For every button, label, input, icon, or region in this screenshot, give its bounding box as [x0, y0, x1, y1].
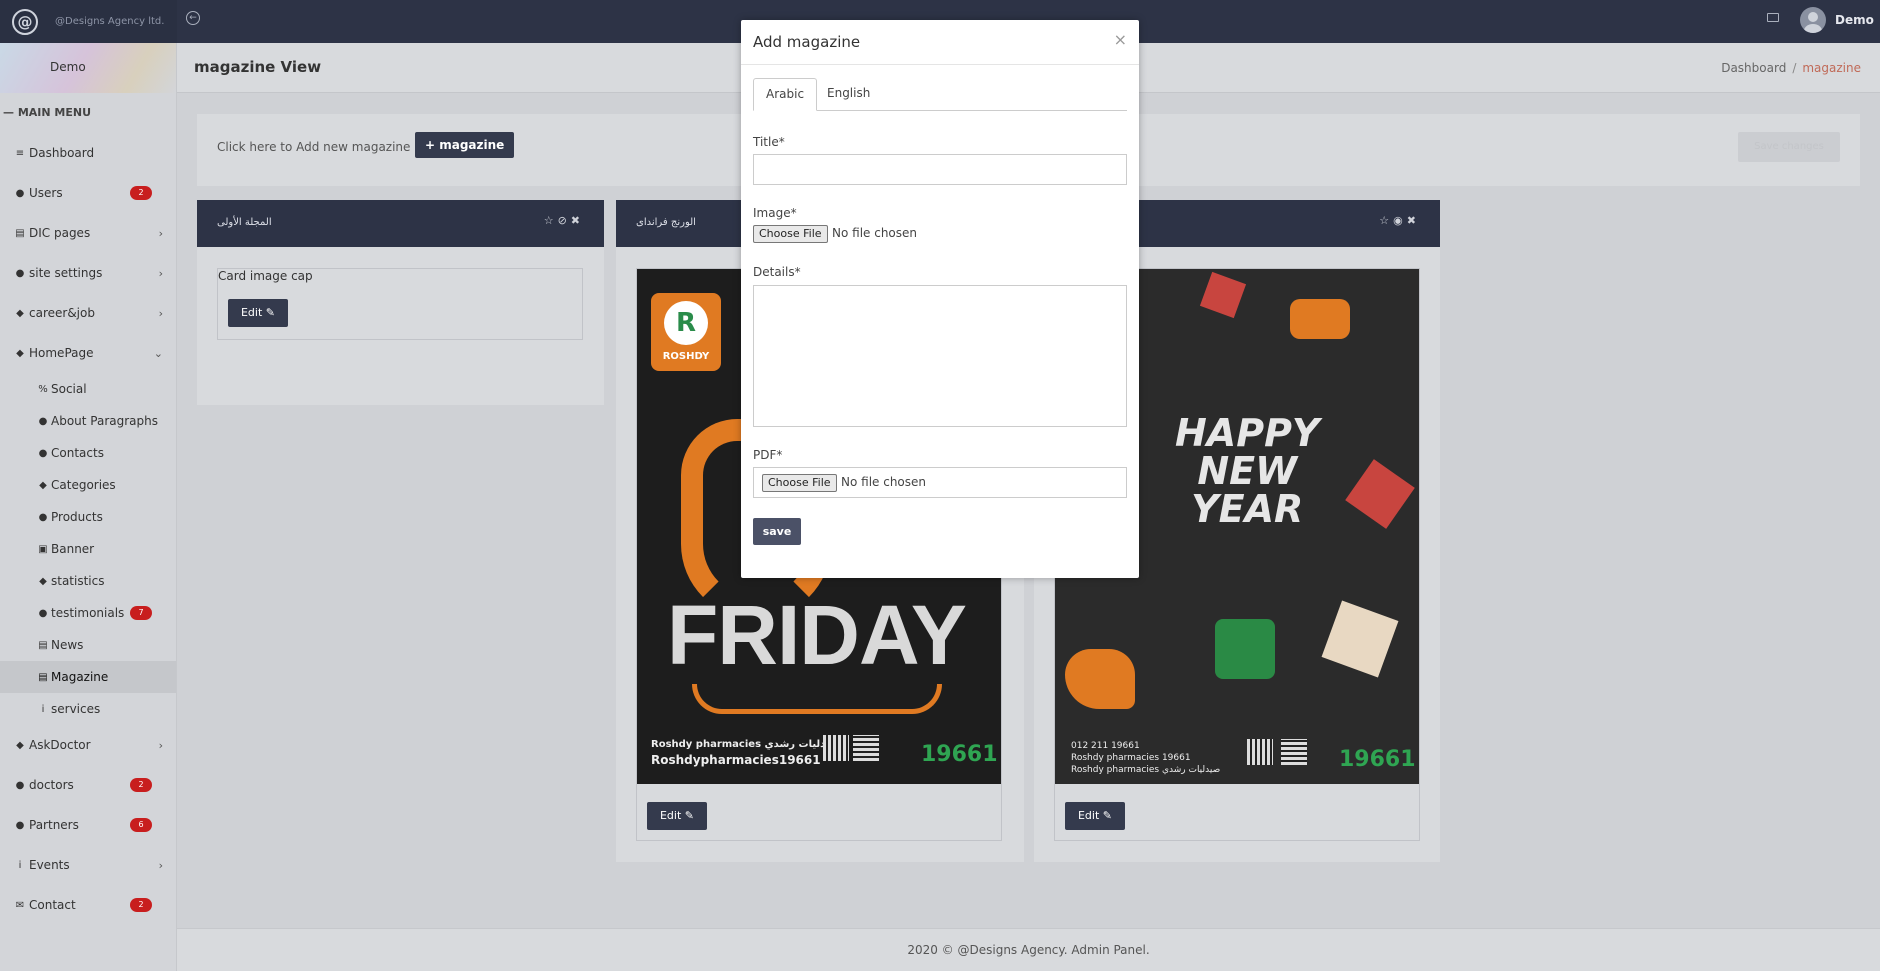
- title-label: Title*: [753, 135, 785, 149]
- title-input[interactable]: [753, 154, 1127, 185]
- pdf-choose-file-button[interactable]: Choose File: [762, 474, 837, 492]
- pdf-file-status: No file chosen: [841, 475, 927, 489]
- add-magazine-modal: Add magazine × Arabic English Title* Ima…: [741, 20, 1139, 578]
- save-button[interactable]: save: [753, 518, 801, 545]
- details-textarea[interactable]: [753, 285, 1127, 427]
- tab-arabic[interactable]: Arabic: [753, 78, 818, 111]
- modal-title: Add magazine: [753, 33, 861, 51]
- modal-header: Add magazine ×: [741, 20, 1139, 65]
- image-label: Image*: [753, 206, 797, 220]
- close-icon[interactable]: ×: [1114, 30, 1127, 49]
- image-choose-file-button[interactable]: Choose File: [753, 225, 828, 243]
- image-file-status: No file chosen: [832, 226, 918, 240]
- pdf-file-input[interactable]: Choose File No file chosen: [753, 467, 1127, 498]
- tab-english[interactable]: English: [815, 78, 882, 111]
- details-label: Details*: [753, 265, 801, 279]
- pdf-label: PDF*: [753, 448, 783, 462]
- language-tabs: Arabic English: [753, 78, 1127, 111]
